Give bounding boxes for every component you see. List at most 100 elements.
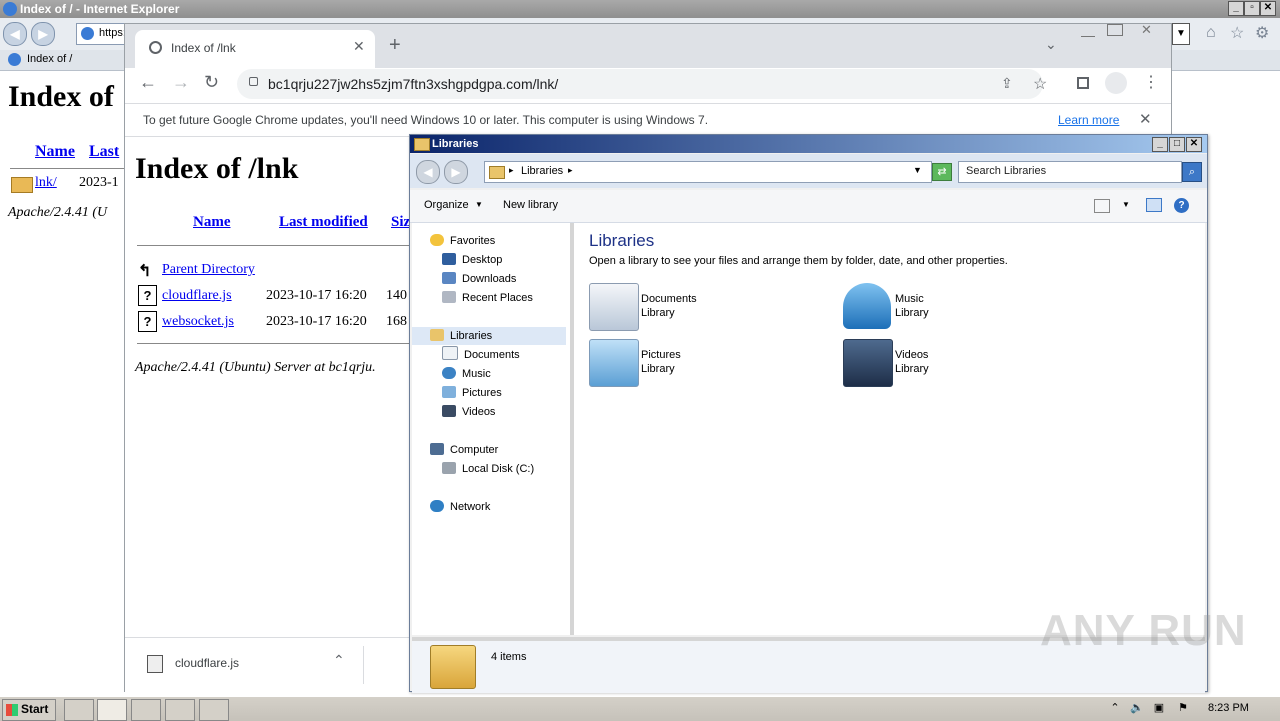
- reload-icon[interactable]: ↻: [204, 72, 219, 93]
- library-music[interactable]: Music Library: [843, 283, 1083, 333]
- nav-videos-label: Videos: [462, 406, 496, 418]
- ie-col-last-link[interactable]: Last: [89, 143, 119, 161]
- chrome-tab-strip: Index of /lnk ✕ + ⌄ ✕: [125, 22, 1171, 68]
- taskbar-explorer-icon[interactable]: [97, 699, 127, 721]
- ie-forward-button[interactable]: ▶: [31, 22, 55, 46]
- ie-back-button[interactable]: ◀: [3, 22, 27, 46]
- omnibox[interactable]: bc1qrju227jw2hs5zjm7ftn3xshgpdgpa.com/ln…: [237, 69, 1047, 99]
- library-documents[interactable]: Documents Library: [589, 283, 829, 333]
- new-library-button[interactable]: New library: [503, 199, 558, 211]
- taskbar-chrome-icon[interactable]: [165, 699, 195, 721]
- start-label: Start: [21, 702, 49, 716]
- nav-videos[interactable]: Videos: [442, 403, 495, 421]
- explorer-close-button[interactable]: ✕: [1186, 137, 1202, 152]
- profile-avatar-icon[interactable]: [1105, 72, 1127, 94]
- favorites-star-icon[interactable]: ☆: [1230, 23, 1244, 43]
- chrome-close-button[interactable]: ✕: [1141, 22, 1152, 38]
- nav-desktop[interactable]: Desktop: [442, 251, 502, 269]
- search-icon[interactable]: ⌕: [1182, 162, 1202, 182]
- col-size-link[interactable]: Siz: [391, 214, 410, 231]
- ie-minimize-button[interactable]: _: [1228, 1, 1244, 16]
- start-button[interactable]: Start: [2, 699, 56, 721]
- libraries-folder-icon: [414, 138, 430, 151]
- clock[interactable]: 8:23 PM: [1208, 702, 1249, 714]
- parent-directory-link[interactable]: Parent Directory: [162, 262, 255, 278]
- explorer-back-button[interactable]: ◀: [416, 160, 440, 184]
- nav-downloads-label: Downloads: [462, 273, 517, 285]
- chrome-tab[interactable]: Index of /lnk ✕: [135, 30, 375, 68]
- bookmark-star-icon[interactable]: ☆: [1033, 74, 1047, 94]
- explorer-maximize-button[interactable]: □: [1169, 137, 1185, 152]
- ie-title-bar: Index of / - Internet Explorer _ ▫ ✕: [0, 0, 1280, 18]
- library-pictures[interactable]: Pictures Library: [589, 339, 829, 389]
- preview-pane-icon[interactable]: [1146, 198, 1162, 212]
- home-icon[interactable]: ⌂: [1206, 24, 1216, 42]
- address-dropdown-icon[interactable]: ▼: [913, 165, 922, 175]
- nav-music[interactable]: Music: [442, 365, 491, 383]
- nav-computer[interactable]: Computer: [430, 441, 498, 459]
- download-chevron-up-icon[interactable]: ⌃: [333, 652, 345, 669]
- lock-icon[interactable]: [249, 77, 258, 86]
- nav-pictures[interactable]: Pictures: [442, 384, 502, 402]
- item-count: 4 items: [491, 651, 527, 663]
- new-tab-plus-icon[interactable]: +: [389, 34, 401, 57]
- action-center-flag-icon[interactable]: ⚑: [1176, 702, 1190, 714]
- more-menu-icon[interactable]: ⋮: [1143, 72, 1159, 92]
- organize-button[interactable]: Organize: [424, 199, 469, 211]
- omnibox-url[interactable]: bc1qrju227jw2hs5zjm7ftn3xshgpdgpa.com/ln…: [268, 76, 558, 92]
- tools-gear-icon[interactable]: ⚙: [1255, 23, 1269, 43]
- tab-search-chevron-icon[interactable]: ⌄: [1045, 36, 1057, 53]
- tray-expand-icon[interactable]: ⌃: [1108, 702, 1122, 714]
- chrome-minimize-button[interactable]: [1081, 26, 1095, 37]
- explorer-forward-button[interactable]: ▶: [444, 160, 468, 184]
- explorer-minimize-button[interactable]: _: [1152, 137, 1168, 152]
- nav-local-disk[interactable]: Local Disk (C:): [442, 460, 534, 478]
- videos-icon: [442, 405, 456, 417]
- search-libraries-input[interactable]: Search Libraries: [958, 161, 1182, 183]
- breadcrumb-arrow-icon[interactable]: ▸: [509, 165, 514, 176]
- ie-maximize-button[interactable]: ▫: [1244, 1, 1260, 16]
- refresh-icon[interactable]: ⇄: [932, 163, 952, 181]
- libraries-icon: [430, 329, 444, 341]
- nav-downloads[interactable]: Downloads: [442, 270, 516, 288]
- ie-address-dropdown[interactable]: ▼: [1172, 23, 1190, 45]
- ie-address-bar[interactable]: https:: [76, 23, 128, 45]
- side-panel-icon[interactable]: [1077, 77, 1089, 89]
- nav-documents[interactable]: Documents: [442, 346, 520, 364]
- nav-recent-places[interactable]: Recent Places: [442, 289, 533, 307]
- view-chevron-down-icon[interactable]: ▼: [1122, 200, 1130, 209]
- volume-icon[interactable]: 🔈: [1130, 702, 1144, 714]
- breadcrumb-libraries[interactable]: Libraries: [521, 165, 563, 177]
- share-icon[interactable]: ⇪: [1001, 75, 1013, 92]
- explorer-address-bar[interactable]: ▸ Libraries ▸ ▼: [484, 161, 932, 183]
- nav-computer-label: Computer: [450, 444, 499, 456]
- download-filename[interactable]: cloudflare.js: [175, 656, 239, 670]
- nav-favorites[interactable]: Favorites: [430, 232, 495, 250]
- file-link-websocket[interactable]: websocket.js: [162, 314, 234, 330]
- organize-chevron-down-icon[interactable]: ▼: [475, 200, 483, 209]
- globe-icon: [149, 41, 162, 54]
- network-tray-icon[interactable]: ▣: [1152, 702, 1166, 714]
- back-arrow-icon[interactable]: ←: [139, 72, 157, 93]
- file-link-cloudflare[interactable]: cloudflare.js: [162, 288, 232, 304]
- chrome-restore-button[interactable]: [1107, 24, 1123, 36]
- ie-close-button[interactable]: ✕: [1260, 1, 1276, 16]
- infobar-close-icon[interactable]: ✕: [1139, 110, 1152, 128]
- help-icon[interactable]: ?: [1174, 198, 1189, 213]
- ie-row-lnk-link[interactable]: lnk/: [35, 175, 57, 191]
- taskbar-media-player-icon[interactable]: [131, 699, 161, 721]
- ie-col-name-link[interactable]: Name: [35, 143, 75, 161]
- learn-more-link[interactable]: Learn more: [1058, 113, 1119, 127]
- col-name-link[interactable]: Name: [193, 214, 231, 231]
- change-view-icon[interactable]: [1094, 199, 1110, 213]
- library-videos[interactable]: Videos Library: [843, 339, 1083, 389]
- taskbar-edge-icon[interactable]: [199, 699, 229, 721]
- tab-close-icon[interactable]: ✕: [353, 38, 365, 55]
- breadcrumb-arrow-icon[interactable]: ▸: [568, 165, 573, 176]
- taskbar-ie-icon[interactable]: [64, 699, 94, 721]
- nav-network[interactable]: Network: [430, 498, 490, 516]
- forward-arrow-icon[interactable]: →: [172, 72, 190, 93]
- nav-libraries[interactable]: Libraries: [412, 327, 566, 345]
- col-last-modified-link[interactable]: Last modified: [279, 214, 368, 231]
- ie-tab-label[interactable]: Index of /: [27, 53, 72, 65]
